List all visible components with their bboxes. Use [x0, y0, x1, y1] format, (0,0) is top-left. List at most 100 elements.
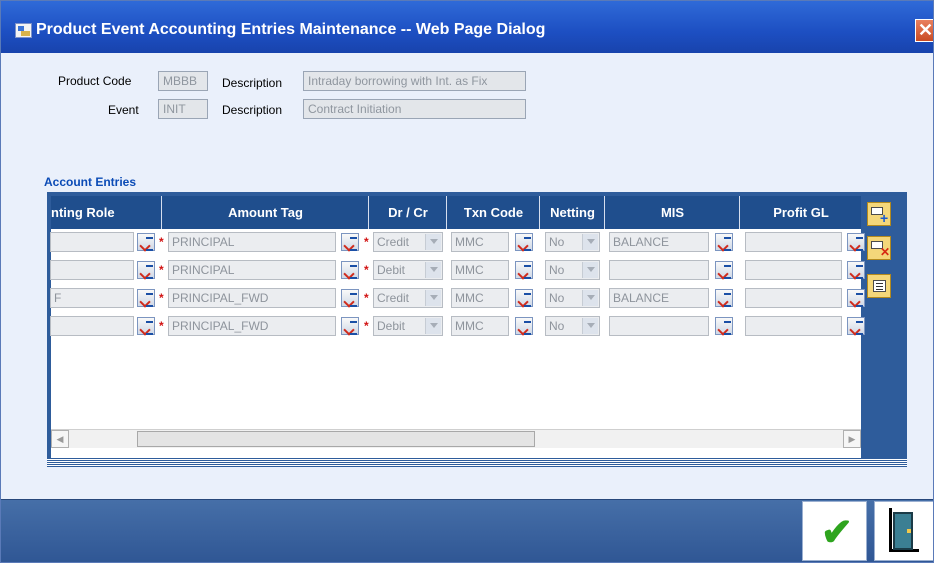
account-entries-grid: nting Role Amount Tag Dr / Cr Txn Code N… — [47, 192, 907, 467]
required-marker: * — [159, 291, 164, 305]
chevron-down-icon — [425, 234, 441, 250]
exit-button[interactable] — [874, 501, 933, 561]
col-dr-cr[interactable]: Dr / Cr — [370, 196, 447, 229]
col-txn-code[interactable]: Txn Code — [448, 196, 540, 229]
txn-code-field[interactable]: MMC — [451, 316, 509, 336]
scroll-thumb[interactable] — [137, 431, 535, 447]
role-field[interactable] — [50, 232, 134, 252]
grid-header: nting Role Amount Tag Dr / Cr Txn Code N… — [51, 196, 861, 229]
role-field[interactable] — [50, 316, 134, 336]
lov-icon[interactable] — [341, 317, 359, 335]
required-marker: * — [159, 263, 164, 277]
profit-gl-field[interactable] — [745, 260, 842, 280]
drcr-value: Credit — [377, 291, 410, 305]
lov-icon[interactable] — [715, 233, 733, 251]
profit-gl-field[interactable] — [745, 232, 842, 252]
drcr-select[interactable]: Credit — [373, 288, 443, 308]
lov-icon[interactable] — [341, 289, 359, 307]
lov-icon[interactable] — [137, 317, 155, 335]
netting-select[interactable]: No — [545, 260, 600, 280]
txn-code-field[interactable]: MMC — [451, 260, 509, 280]
dialog-window: Product Event Accounting Entries Mainten… — [0, 0, 934, 563]
netting-select[interactable]: No — [545, 288, 600, 308]
mis-field[interactable] — [609, 260, 709, 280]
lov-icon[interactable] — [137, 261, 155, 279]
event-field[interactable]: INIT — [158, 99, 208, 119]
window-title: Product Event Accounting Entries Mainten… — [36, 21, 546, 38]
amount-tag-field[interactable]: PRINCIPAL — [168, 260, 336, 280]
lov-icon[interactable] — [137, 233, 155, 251]
chevron-down-icon — [582, 234, 598, 250]
netting-value: No — [549, 235, 565, 249]
lov-icon[interactable] — [715, 261, 733, 279]
col-profit-gl[interactable]: Profit GL — [741, 196, 861, 229]
grid-body: nting Role Amount Tag Dr / Cr Txn Code N… — [50, 196, 865, 458]
mis-field[interactable]: BALANCE — [609, 288, 709, 308]
lov-icon[interactable] — [715, 289, 733, 307]
required-marker: * — [364, 263, 369, 277]
netting-select[interactable]: No — [545, 232, 600, 252]
lov-icon[interactable] — [515, 289, 533, 307]
footer-bar — [1, 499, 933, 562]
amount-tag-field[interactable]: PRINCIPAL_FWD — [168, 288, 336, 308]
ok-button[interactable]: ✔ — [802, 501, 867, 561]
section-title: Account Entries — [44, 175, 137, 189]
col-mis[interactable]: MIS — [606, 196, 740, 229]
required-marker: * — [364, 235, 369, 249]
col-amount-tag[interactable]: Amount Tag — [163, 196, 369, 229]
table-row[interactable]: * PRINCIPAL * Credit MMC No BALANCE — [50, 229, 865, 257]
product-code-field[interactable]: MBBB — [158, 71, 208, 91]
delete-row-button[interactable]: ✕ — [867, 236, 891, 260]
chevron-down-icon — [425, 318, 441, 334]
chevron-down-icon — [425, 290, 441, 306]
netting-value: No — [549, 319, 565, 333]
required-marker: * — [159, 319, 164, 333]
lov-icon[interactable] — [847, 261, 865, 279]
drcr-select[interactable]: Debit — [373, 260, 443, 280]
lov-icon[interactable] — [715, 317, 733, 335]
lov-icon[interactable] — [847, 233, 865, 251]
col-netting[interactable]: Netting — [541, 196, 605, 229]
window-icon — [15, 23, 32, 38]
lov-icon[interactable] — [137, 289, 155, 307]
table-row[interactable]: F * PRINCIPAL_FWD * Credit MMC No BALANC… — [50, 285, 865, 313]
col-accounting-role[interactable]: nting Role — [51, 196, 162, 229]
txn-code-field[interactable]: MMC — [451, 232, 509, 252]
scroll-right-button[interactable]: ▶ — [843, 430, 861, 448]
drcr-select[interactable]: Credit — [373, 232, 443, 252]
txn-code-field[interactable]: MMC — [451, 288, 509, 308]
lov-icon[interactable] — [515, 261, 533, 279]
amount-tag-field[interactable]: PRINCIPAL — [168, 232, 336, 252]
event-description-field[interactable]: Contract Initiation — [303, 99, 526, 119]
role-field[interactable] — [50, 260, 134, 280]
drcr-value: Credit — [377, 235, 410, 249]
required-marker: * — [364, 291, 369, 305]
lov-icon[interactable] — [341, 261, 359, 279]
amount-tag-field[interactable]: PRINCIPAL_FWD — [168, 316, 336, 336]
role-field[interactable]: F — [50, 288, 134, 308]
table-row[interactable]: * PRINCIPAL_FWD * Debit MMC No — [50, 313, 865, 341]
lov-icon[interactable] — [847, 289, 865, 307]
profit-gl-field[interactable] — [745, 316, 842, 336]
close-button[interactable]: ✕ — [915, 19, 933, 42]
product-description-field[interactable]: Intraday borrowing with Int. as Fix — [303, 71, 526, 91]
mis-field[interactable]: BALANCE — [609, 232, 709, 252]
scroll-left-button[interactable]: ◀ — [51, 430, 69, 448]
add-row-button[interactable]: + — [867, 202, 891, 226]
netting-select[interactable]: No — [545, 316, 600, 336]
mis-field[interactable] — [609, 316, 709, 336]
table-row[interactable]: * PRINCIPAL * Debit MMC No — [50, 257, 865, 285]
netting-value: No — [549, 263, 565, 277]
required-marker: * — [159, 235, 164, 249]
view-row-button[interactable] — [867, 274, 891, 298]
lov-icon[interactable] — [341, 233, 359, 251]
profit-gl-field[interactable] — [745, 288, 842, 308]
lov-icon[interactable] — [515, 317, 533, 335]
drcr-select[interactable]: Debit — [373, 316, 443, 336]
horizontal-scrollbar[interactable]: ◀ ▶ — [51, 429, 861, 448]
drcr-value: Debit — [377, 263, 406, 277]
check-icon: ✔ — [821, 512, 853, 554]
lov-icon[interactable] — [515, 233, 533, 251]
lov-icon[interactable] — [847, 317, 865, 335]
product-description-label: Description — [222, 76, 283, 90]
